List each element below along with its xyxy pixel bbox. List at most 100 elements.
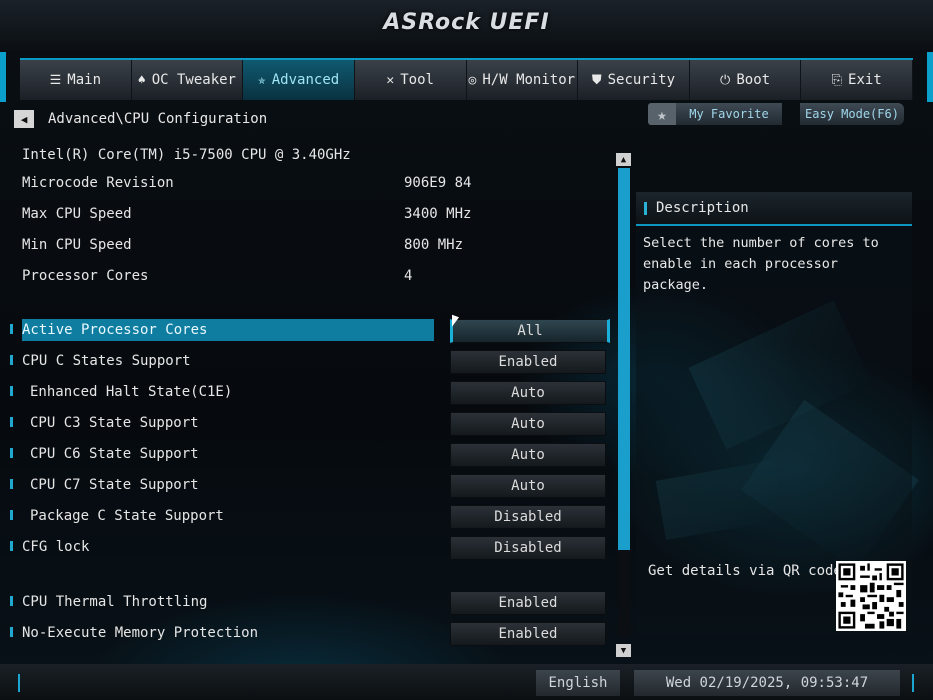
tab-boot[interactable]: ⏻ Boot [690,60,802,100]
breadcrumb: Advanced\CPU Configuration [48,111,268,127]
my-favorite-button[interactable]: My Favorite [676,103,782,125]
info-label: Min CPU Speed [22,237,132,253]
setting-value-button[interactable]: All [450,319,610,343]
setting-label[interactable]: CPU C7 State Support [30,474,440,496]
tab-security[interactable]: ⛊ Security [578,60,690,100]
info-label: Processor Cores [22,268,149,284]
scroll-down-button[interactable]: ▼ [616,644,631,657]
list-icon: ☰ [49,72,62,88]
row-marker [10,386,13,396]
setting-row[interactable]: CPU Thermal Throttling Enabled [8,588,608,615]
tab-advanced[interactable]: ✯ Advanced [243,60,355,100]
setting-value-button[interactable]: Enabled [450,591,606,615]
back-button[interactable]: ◀ [14,110,34,128]
setting-label[interactable]: Package C State Support [30,505,440,527]
setting-value-button[interactable]: Auto [450,412,606,436]
setting-value-button[interactable]: Enabled [450,350,606,374]
row-marker [10,541,13,551]
tab-tool[interactable]: ✕ Tool [355,60,467,100]
tools-icon: ✕ [386,72,395,88]
setting-value-button[interactable]: Auto [450,443,606,467]
info-value: 906E9 84 [404,175,472,191]
setting-label[interactable]: Active Processor Cores [22,319,434,341]
setting-value-button[interactable]: Auto [450,381,606,405]
setting-label[interactable]: CPU C6 State Support [30,443,440,465]
tabbar-edge [0,52,6,102]
info-label: Microcode Revision [22,175,174,191]
tab-oc-tweaker[interactable]: ♠ OC Tweaker [132,60,244,100]
setting-label[interactable]: CPU C States Support [22,350,432,372]
info-row: Microcode Revision 906E9 84 [22,175,522,195]
tab-label: Boot [736,72,771,88]
info-label: Max CPU Speed [22,206,132,222]
row-marker [10,596,13,606]
tab-label: H/W Monitor [482,72,576,88]
description-text: Select the number of cores to enable in … [643,235,879,293]
setting-row[interactable]: Active Processor Cores All [8,316,610,343]
monitor-icon: ◎ [468,72,477,88]
setting-value-button[interactable]: Disabled [450,505,606,529]
exit-icon: ⎘ [831,72,843,88]
setting-label[interactable]: CPU C3 State Support [30,412,440,434]
setting-value-button[interactable]: Auto [450,474,606,498]
tabbar-edge [927,52,933,102]
scrollbar-thumb[interactable] [618,168,630,550]
star-icon: ✯ [257,72,266,88]
setting-label[interactable]: No-Execute Memory Protection [22,622,432,644]
description-title: Description [656,200,749,216]
info-value: 3400 MHz [404,206,472,222]
tab-bar: ☰ Main ♠ OC Tweaker ✯ Advanced ✕ Tool ◎ H/W Monit… [20,58,913,100]
info-row: Max CPU Speed 3400 MHz [22,206,522,226]
row-marker [10,510,13,520]
setting-value-button[interactable]: Disabled [450,536,606,560]
setting-row[interactable]: Package C State Support Disabled [8,502,608,529]
row-marker [10,479,13,489]
description-header: Description [636,192,912,226]
tab-exit[interactable]: ⎘ Exit [801,60,913,100]
scroll-up-button[interactable]: ▲ [616,153,631,166]
info-row: Min CPU Speed 800 MHz [22,237,522,257]
setting-label[interactable]: Enhanced Halt State(C1E) [30,381,440,403]
setting-label[interactable]: CFG lock [22,536,432,558]
setting-row[interactable]: CPU C6 State Support Auto [8,440,608,467]
row-marker [10,324,13,334]
cpu-name: Intel(R) Core(TM) i5-7500 CPU @ 3.40GHz [22,147,351,163]
row-marker [10,627,13,637]
tab-label: OC Tweaker [151,72,236,88]
easy-mode-button[interactable]: Easy Mode(F6) [800,103,904,125]
language-button[interactable]: English [536,670,620,696]
setting-row[interactable]: CPU C States Support Enabled [8,347,608,374]
footer-marker [18,674,20,692]
setting-row[interactable]: CFG lock Disabled [8,533,608,560]
row-marker [10,355,13,365]
tab-label: Security [607,72,676,88]
setting-value-button[interactable]: Enabled [450,622,606,646]
tab-label: Advanced [271,72,340,88]
setting-label[interactable]: CPU Thermal Throttling [22,591,432,613]
description-marker [644,202,647,215]
header: ASRock UEFI [0,0,933,50]
tab-h-w-monitor[interactable]: ◎ H/W Monitor [467,60,579,100]
info-value: 4 [404,268,413,284]
rocket-icon: ♠ [137,72,146,88]
info-value: 800 MHz [404,237,464,253]
row-marker [10,417,13,427]
setting-row[interactable]: No-Execute Memory Protection Enabled [8,619,608,646]
qr-code-icon [836,561,906,631]
tab-label: Exit [848,72,882,88]
tab-label: Main [67,72,101,88]
setting-row[interactable]: Enhanced Halt State(C1E) Auto [8,378,608,405]
tab-label: Tool [400,72,434,88]
tab-main[interactable]: ☰ Main [20,60,132,100]
setting-row[interactable]: CPU C3 State Support Auto [8,409,608,436]
setting-row[interactable]: CPU C7 State Support Auto [8,471,608,498]
favorite-star-icon[interactable]: ★ [648,103,676,125]
row-marker [10,448,13,458]
power-icon: ⏻ [720,72,731,88]
info-row: Processor Cores 4 [22,268,522,288]
mouse-cursor-icon [452,314,459,330]
shield-icon: ⛊ [591,72,602,88]
qr-label: Get details via QR code [648,563,842,579]
datetime-display: Wed 02/19/2025, 09:53:47 [634,670,900,696]
brand-logo: ASRock UEFI [383,10,550,35]
